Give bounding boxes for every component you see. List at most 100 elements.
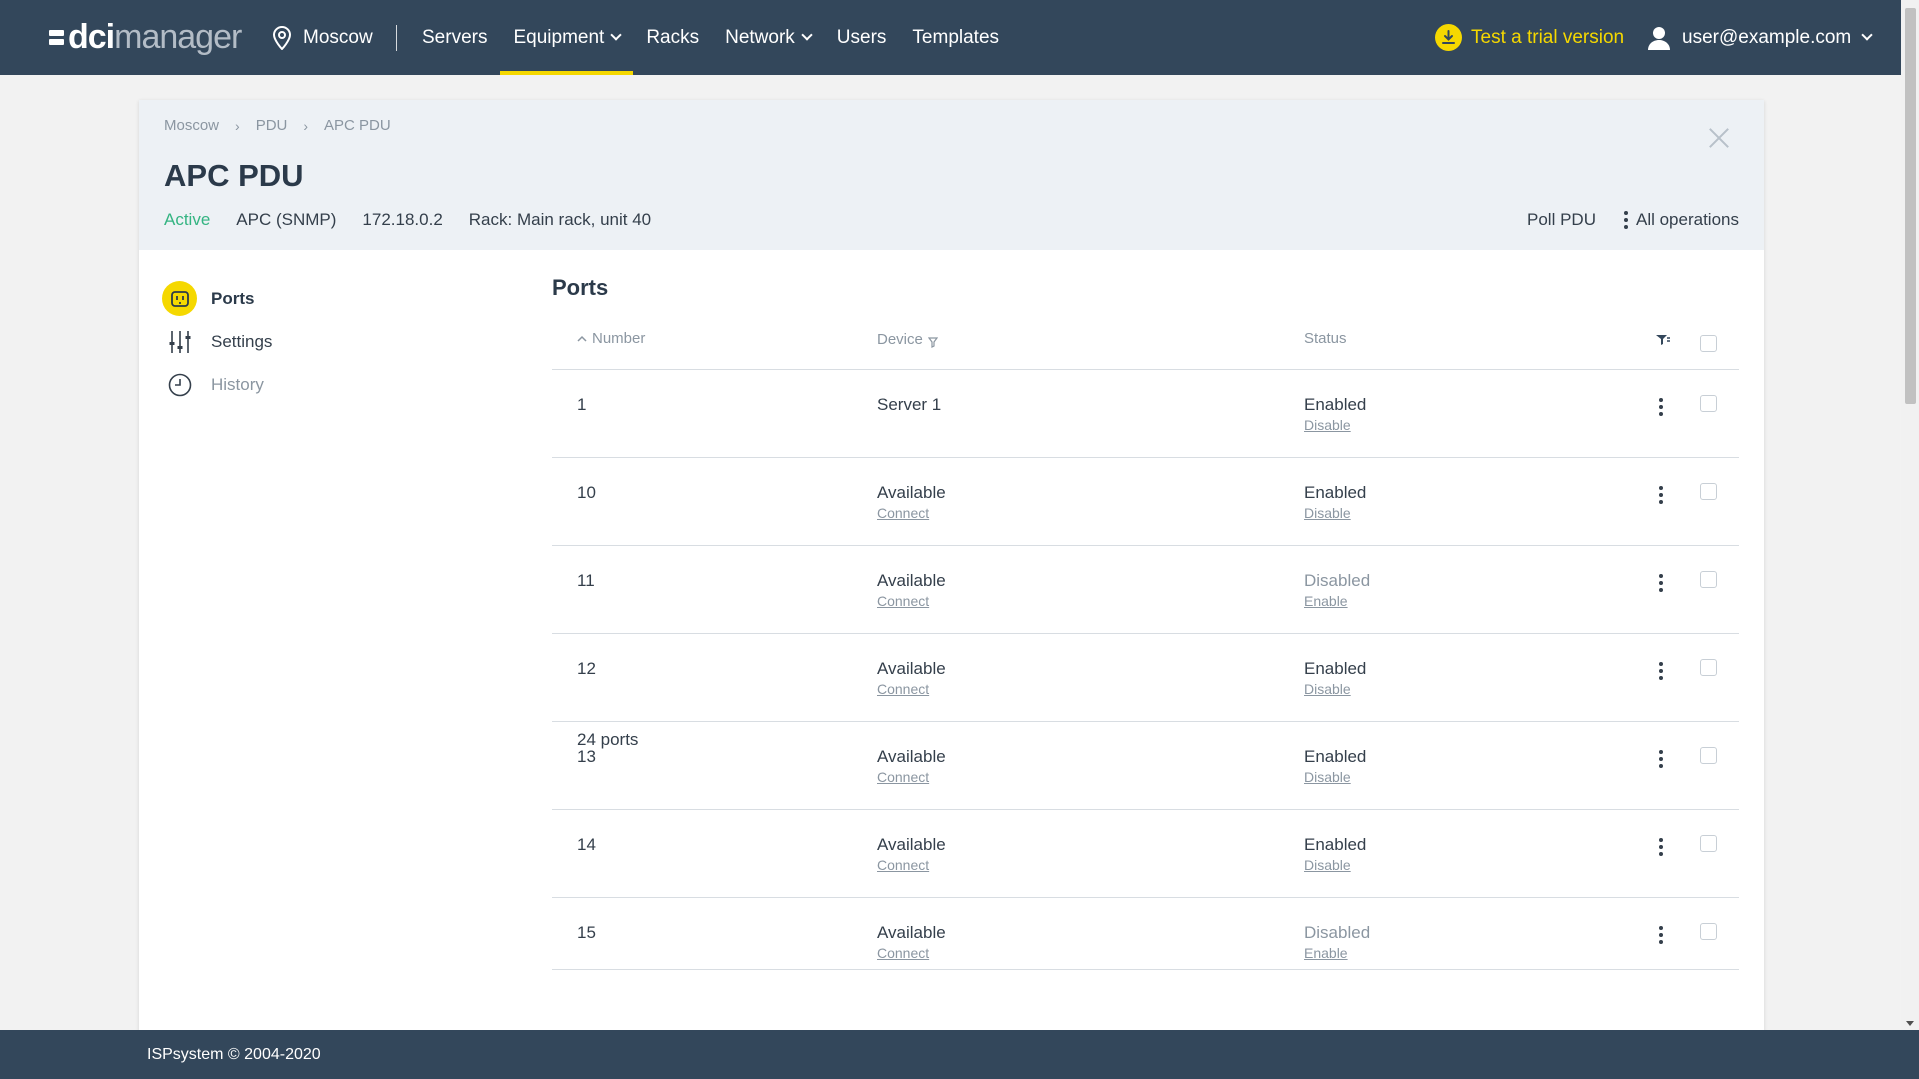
- all-operations-label: All operations: [1635, 210, 1739, 229]
- row-checkbox[interactable]: [1700, 923, 1717, 940]
- breadcrumb-item-pdu[interactable]: PDU: [256, 117, 288, 134]
- breadcrumb-item-current: APC PDU: [324, 117, 391, 134]
- column-settings-icon[interactable]: [1655, 334, 1671, 346]
- poll-pdu-button[interactable]: Poll PDU: [1527, 210, 1596, 230]
- row-menu-icon[interactable]: [1659, 750, 1663, 768]
- row-checkbox[interactable]: [1700, 571, 1717, 588]
- row-menu-icon[interactable]: [1659, 838, 1663, 856]
- port-device-cell: Available Connect: [877, 483, 946, 521]
- row-menu-icon[interactable]: [1659, 486, 1663, 504]
- toggle-status-link[interactable]: Disable: [1304, 769, 1366, 785]
- port-device: Available: [877, 659, 946, 678]
- chevron-down-icon: [801, 29, 813, 41]
- nav-item-label: Servers: [422, 26, 488, 48]
- table-row[interactable]: 13 Available Connect Enabled Disable: [552, 722, 1739, 810]
- port-number: 10: [577, 483, 596, 502]
- toggle-status-link[interactable]: Disable: [1304, 417, 1366, 433]
- toggle-status-link[interactable]: Disable: [1304, 505, 1366, 521]
- row-menu-icon[interactable]: [1659, 398, 1663, 416]
- port-number: 14: [577, 835, 596, 854]
- table-row[interactable]: 12 Available Connect Enabled Disable: [552, 634, 1739, 722]
- row-checkbox[interactable]: [1700, 747, 1717, 764]
- connect-link[interactable]: Connect: [877, 769, 946, 785]
- sidebar-item-ports[interactable]: Ports: [162, 277, 272, 320]
- port-status-cell: Enabled Disable: [1304, 747, 1366, 785]
- connect-link[interactable]: Connect: [877, 857, 946, 873]
- port-icon: [162, 281, 197, 316]
- column-header-number[interactable]: Number: [577, 330, 645, 347]
- nav-item-network[interactable]: Network: [712, 0, 824, 75]
- port-status: Enabled: [1304, 747, 1367, 766]
- row-checkbox[interactable]: [1700, 835, 1717, 852]
- port-device-cell: Available Connect: [877, 835, 946, 873]
- row-checkbox[interactable]: [1700, 395, 1717, 412]
- trial-version-link[interactable]: Test a trial version: [1435, 0, 1624, 75]
- port-device: Available: [877, 571, 946, 590]
- close-icon[interactable]: [1708, 127, 1730, 149]
- table-row[interactable]: 10 Available Connect Enabled Disable: [552, 458, 1739, 546]
- user-menu[interactable]: user@example.com: [1648, 0, 1873, 75]
- row-menu-icon[interactable]: [1659, 926, 1663, 944]
- row-menu-icon[interactable]: [1659, 662, 1663, 680]
- table-row[interactable]: 15 Available Connect Disabled Enable: [552, 898, 1739, 969]
- status-badge: Active: [164, 210, 211, 229]
- user-icon: [1648, 26, 1670, 50]
- port-status-cell: Disabled Enable: [1304, 571, 1370, 609]
- port-device: Available: [877, 747, 946, 766]
- sidebar-item-history[interactable]: History: [162, 363, 272, 406]
- port-device: Server 1: [877, 395, 942, 414]
- table-row[interactable]: 1 Server 1 Enabled Disable: [552, 370, 1739, 458]
- user-email: user@example.com: [1682, 26, 1852, 48]
- scrollbar-thumb[interactable]: [1905, 8, 1916, 404]
- scroll-down-arrow-icon[interactable]: [1906, 1021, 1914, 1026]
- column-header-status[interactable]: Status: [1304, 330, 1347, 347]
- toggle-status-link[interactable]: Disable: [1304, 681, 1366, 697]
- nav-item-templates[interactable]: Templates: [899, 0, 1012, 75]
- location-pin-icon: [273, 25, 291, 50]
- toggle-status-link[interactable]: Enable: [1304, 945, 1370, 961]
- nav-divider: [396, 25, 397, 51]
- port-status-cell: Enabled Disable: [1304, 483, 1366, 521]
- toggle-status-link[interactable]: Disable: [1304, 857, 1366, 873]
- trial-label: Test a trial version: [1471, 26, 1625, 48]
- dcimanager-logo[interactable]: dci manager: [49, 18, 242, 56]
- nav-item-racks[interactable]: Racks: [633, 0, 712, 75]
- port-status-cell: Enabled Disable: [1304, 395, 1366, 433]
- port-status-cell: Enabled Disable: [1304, 835, 1366, 873]
- all-operations-button[interactable]: All operations: [1623, 210, 1739, 230]
- port-device-cell: Available Connect: [877, 571, 946, 609]
- location-selector[interactable]: Moscow: [273, 0, 373, 75]
- page-title: APC PDU: [164, 158, 304, 193]
- device-meta: Active APC (SNMP) 172.18.0.2 Rack: Main …: [164, 210, 651, 230]
- ports-count: 24 ports: [577, 730, 639, 749]
- page-scrollbar[interactable]: [1901, 0, 1919, 1030]
- port-device-cell: Available Connect: [877, 747, 946, 785]
- port-status: Enabled: [1304, 483, 1367, 502]
- port-status-cell: Disabled Enable: [1304, 923, 1370, 961]
- connect-link[interactable]: Connect: [877, 945, 946, 961]
- row-checkbox[interactable]: [1700, 483, 1717, 500]
- filter-icon[interactable]: [927, 336, 938, 348]
- checkbox[interactable]: [1700, 335, 1717, 352]
- nav-item-users[interactable]: Users: [824, 0, 900, 75]
- port-number: 11: [577, 571, 595, 590]
- nav-item-equipment[interactable]: Equipment: [500, 0, 634, 75]
- sort-ascending-icon: [577, 335, 587, 342]
- table-row[interactable]: 14 Available Connect Enabled Disable: [552, 810, 1739, 898]
- row-menu-icon[interactable]: [1659, 574, 1663, 592]
- sidebar-item-settings[interactable]: Settings: [162, 320, 272, 363]
- breadcrumb-item-location[interactable]: Moscow: [164, 117, 219, 134]
- connect-link[interactable]: Connect: [877, 593, 946, 609]
- connect-link[interactable]: Connect: [877, 681, 946, 697]
- column-header-device[interactable]: Device: [877, 330, 938, 348]
- table-row[interactable]: 11 Available Connect Disabled Enable: [552, 546, 1739, 634]
- toggle-status-link[interactable]: Enable: [1304, 593, 1370, 609]
- nav-item-servers[interactable]: Servers: [409, 0, 500, 75]
- clock-icon: [162, 367, 197, 402]
- row-checkbox[interactable]: [1700, 659, 1717, 676]
- select-all-checkbox[interactable]: [1700, 335, 1717, 352]
- breadcrumb: Moscow › PDU › APC PDU: [164, 117, 391, 134]
- connect-link[interactable]: Connect: [877, 505, 946, 521]
- nav-item-label: Templates: [912, 26, 1000, 48]
- table-header: Number Device Status: [552, 318, 1739, 370]
